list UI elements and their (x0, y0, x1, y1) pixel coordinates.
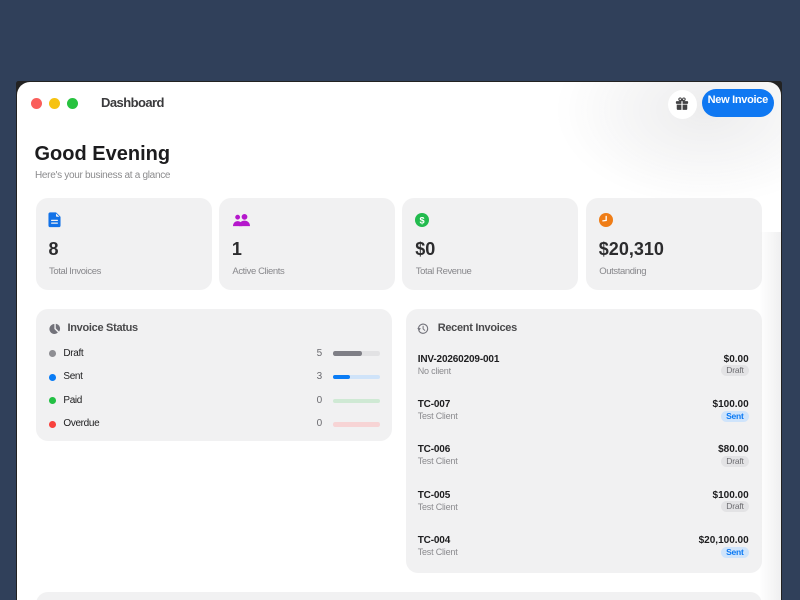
svg-text:$: $ (420, 216, 425, 226)
